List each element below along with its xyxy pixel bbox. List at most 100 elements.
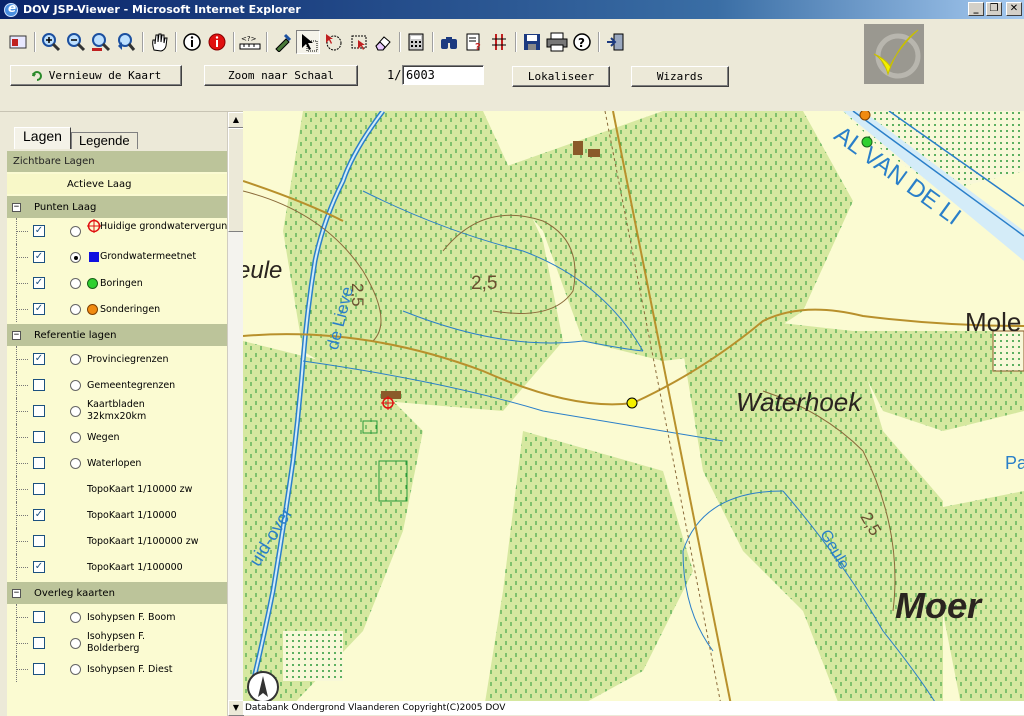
- wizards-button[interactable]: Wizards: [631, 66, 729, 87]
- collapse-icon[interactable]: −: [12, 202, 21, 212]
- pan-hand-icon[interactable]: [147, 30, 171, 54]
- print-icon[interactable]: [545, 30, 569, 54]
- layer-checkbox[interactable]: ✓: [33, 225, 45, 237]
- layer-label: Wegen: [87, 432, 120, 443]
- eraser-icon[interactable]: [371, 30, 395, 54]
- active-layer-radio[interactable]: [70, 664, 81, 675]
- zoom-full-icon[interactable]: [89, 30, 113, 54]
- visible-layers-header: Zichtbare Lagen: [7, 151, 227, 172]
- tab-legende[interactable]: Legende: [70, 132, 138, 149]
- refresh-map-button[interactable]: Vernieuw de Kaart: [10, 65, 182, 86]
- window-title: DOV JSP-Viewer - Microsoft Internet Expl…: [23, 3, 301, 16]
- group-referentie-lagen[interactable]: − Referentie lagen: [7, 324, 227, 346]
- map-view[interactable]: eule Waterhoek Moer Mole 2,5 2,5 2,5 de …: [243, 111, 1024, 715]
- pointer-icon[interactable]: [296, 30, 320, 54]
- layer-checkbox[interactable]: [33, 535, 45, 547]
- calculator-icon[interactable]: [404, 30, 428, 54]
- layer-panel-scrollbar[interactable]: ▲ ▼: [227, 112, 244, 716]
- layer-row-isohypsen-bolderberg: Isohypsen F. Bolderberg: [7, 630, 227, 656]
- scale-input[interactable]: 6003: [402, 65, 484, 85]
- active-layer-radio[interactable]: [70, 432, 81, 443]
- scroll-thumb[interactable]: [228, 128, 244, 232]
- exit-door-icon[interactable]: [603, 30, 627, 54]
- scroll-down-arrow-icon[interactable]: ▼: [228, 700, 244, 716]
- active-layer-radio[interactable]: [70, 406, 81, 417]
- info-icon[interactable]: [180, 30, 204, 54]
- layer-checkbox[interactable]: [33, 379, 45, 391]
- svg-text:?: ?: [578, 36, 585, 50]
- zoom-out-icon[interactable]: [64, 30, 88, 54]
- group-punten-laag[interactable]: − Punten Laag: [7, 196, 227, 218]
- layer-checkbox[interactable]: ✓: [33, 561, 45, 573]
- group-overleg-kaarten[interactable]: − Overleg kaarten: [7, 582, 227, 604]
- layer-row-gemeentegrenzen: Gemeentegrenzen: [7, 372, 227, 398]
- layer-checkbox[interactable]: ✓: [33, 251, 45, 263]
- map-label-moer: Moer: [895, 585, 982, 626]
- active-layer-radio[interactable]: [70, 354, 81, 365]
- zoom-to-scale-button[interactable]: Zoom naar Schaal: [204, 65, 358, 86]
- internet-explorer-icon: [4, 1, 18, 17]
- layer-checkbox[interactable]: [33, 405, 45, 417]
- select-circle-icon[interactable]: [321, 30, 345, 54]
- layer-checkbox[interactable]: ✓: [33, 303, 45, 315]
- identify-red-icon[interactable]: [205, 30, 229, 54]
- layer-checkbox[interactable]: [33, 483, 45, 495]
- layers-icon[interactable]: [6, 30, 30, 54]
- active-layer-radio[interactable]: [70, 380, 81, 391]
- layer-label: Grondwatermeetnet: [100, 251, 197, 262]
- layer-label: Isohypsen F. Diest: [87, 664, 173, 675]
- zoom-to-scale-label: Zoom naar Schaal: [228, 69, 334, 82]
- layer-checkbox[interactable]: [33, 663, 45, 675]
- layer-label: Boringen: [100, 278, 143, 289]
- refresh-icon: [31, 70, 42, 81]
- layer-checkbox[interactable]: [33, 457, 45, 469]
- maximize-button[interactable]: ❐: [986, 2, 1002, 16]
- filter-icon[interactable]: [487, 30, 511, 54]
- layer-checkbox[interactable]: ✓: [33, 509, 45, 521]
- blue-square-icon: [89, 252, 99, 262]
- layer-row-sonderingen: ✓ Sonderingen: [7, 296, 227, 322]
- layer-row-topo-100000: ✓ TopoKaart 1/100000: [7, 554, 227, 580]
- collapse-icon[interactable]: −: [12, 588, 21, 598]
- collapse-icon[interactable]: −: [12, 330, 21, 340]
- measure-icon[interactable]: <?>: [238, 30, 262, 54]
- layer-row-topo-10000: ✓ TopoKaart 1/10000: [7, 502, 227, 528]
- map-label-geule: eule: [243, 257, 283, 284]
- active-layer-header: Actieve Laag: [7, 174, 227, 194]
- layer-checkbox[interactable]: [33, 611, 45, 623]
- layer-label: Huidige grondwaterverguni m³/jaar: [100, 221, 227, 232]
- group-title: Overleg kaarten: [34, 587, 115, 599]
- layer-checkbox[interactable]: [33, 431, 45, 443]
- active-layer-radio[interactable]: [70, 226, 81, 237]
- select-tool-icon[interactable]: [271, 30, 295, 54]
- layer-label: Isohypsen F. Bolderberg: [87, 631, 146, 654]
- active-layer-radio[interactable]: [70, 458, 81, 469]
- wizards-label: Wizards: [656, 70, 704, 83]
- group-title: Referentie lagen: [34, 329, 117, 341]
- tab-lagen[interactable]: Lagen: [14, 127, 71, 149]
- zoom-in-icon[interactable]: [39, 30, 63, 54]
- scroll-up-arrow-icon[interactable]: ▲: [228, 112, 244, 128]
- layer-label: Kaartbladen 32kmx20km: [87, 399, 147, 422]
- layer-checkbox[interactable]: ✓: [33, 277, 45, 289]
- active-layer-radio[interactable]: [70, 612, 81, 623]
- save-disk-icon[interactable]: [520, 30, 544, 54]
- close-button[interactable]: ✕: [1006, 2, 1022, 16]
- layer-list: Zichtbare Lagen Actieve Laag − Punten La…: [7, 151, 227, 716]
- layer-label: TopoKaart 1/10000: [87, 510, 177, 521]
- find-binoculars-icon[interactable]: [437, 30, 461, 54]
- locate-button[interactable]: Lokaliseer: [512, 66, 610, 87]
- active-layer-radio[interactable]: [70, 638, 81, 649]
- active-layer-radio[interactable]: [70, 304, 81, 315]
- help-icon[interactable]: ?: [570, 30, 594, 54]
- layer-label: TopoKaart 1/100000: [87, 562, 183, 573]
- minimize-button[interactable]: _: [968, 2, 984, 16]
- query-icon[interactable]: ?: [462, 30, 486, 54]
- active-layer-radio[interactable]: [70, 278, 81, 289]
- zoom-previous-icon[interactable]: [114, 30, 138, 54]
- select-rect-icon[interactable]: [346, 30, 370, 54]
- layer-checkbox[interactable]: ✓: [33, 353, 45, 365]
- map-label-waterhoek: Waterhoek: [736, 387, 862, 417]
- layer-checkbox[interactable]: [33, 637, 45, 649]
- active-layer-radio[interactable]: [70, 252, 81, 263]
